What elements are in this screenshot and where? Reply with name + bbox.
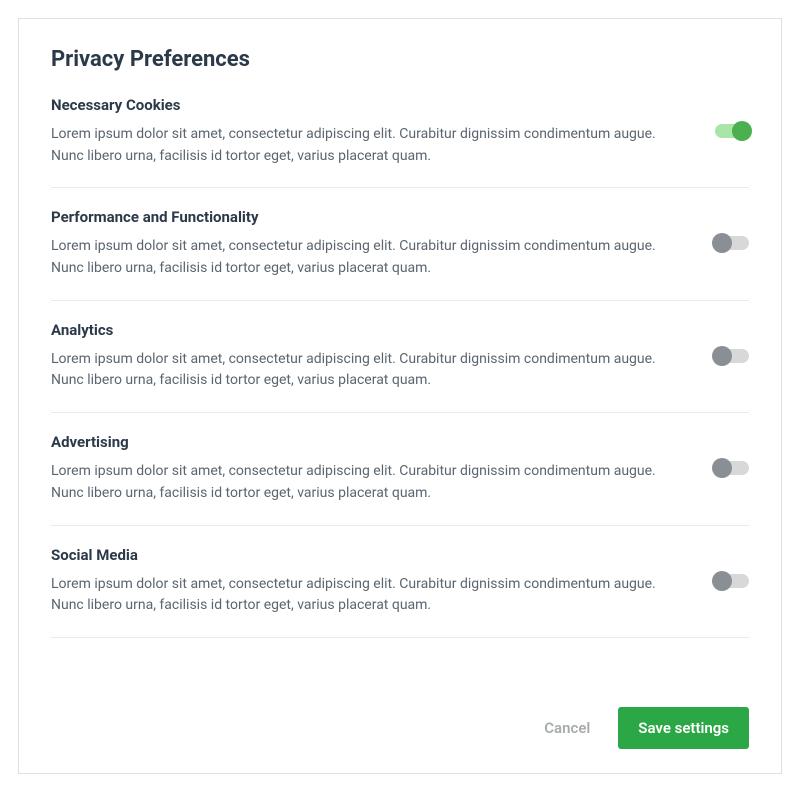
- toggle-thumb: [712, 571, 732, 591]
- category-text: Necessary Cookies Lorem ipsum dolor sit …: [51, 96, 715, 167]
- category-advertising: Advertising Lorem ipsum dolor sit amet, …: [51, 433, 749, 525]
- toggle-social-media[interactable]: [715, 574, 749, 588]
- category-necessary-cookies: Necessary Cookies Lorem ipsum dolor sit …: [51, 96, 749, 188]
- category-desc: Lorem ipsum dolor sit amet, consectetur …: [51, 124, 675, 167]
- category-text: Analytics Lorem ipsum dolor sit amet, co…: [51, 321, 715, 392]
- category-text: Performance and Functionality Lorem ipsu…: [51, 208, 715, 279]
- category-desc: Lorem ipsum dolor sit amet, consectetur …: [51, 349, 675, 392]
- toggle-advertising[interactable]: [715, 461, 749, 475]
- category-social-media: Social Media Lorem ipsum dolor sit amet,…: [51, 546, 749, 638]
- actions-row: Cancel Save settings: [51, 707, 749, 749]
- category-title: Social Media: [51, 546, 675, 564]
- category-performance: Performance and Functionality Lorem ipsu…: [51, 208, 749, 300]
- toggle-thumb: [712, 346, 732, 366]
- cancel-button[interactable]: Cancel: [524, 707, 610, 749]
- category-title: Analytics: [51, 321, 675, 339]
- page-title: Privacy Preferences: [51, 47, 749, 72]
- privacy-preferences-panel: Privacy Preferences Necessary Cookies Lo…: [18, 18, 782, 774]
- category-desc: Lorem ipsum dolor sit amet, consectetur …: [51, 461, 675, 504]
- category-title: Advertising: [51, 433, 675, 451]
- toggle-thumb: [732, 121, 752, 141]
- category-desc: Lorem ipsum dolor sit amet, consectetur …: [51, 574, 675, 617]
- categories-list: Necessary Cookies Lorem ipsum dolor sit …: [51, 96, 749, 699]
- category-title: Necessary Cookies: [51, 96, 675, 114]
- toggle-thumb: [712, 458, 732, 478]
- toggle-analytics[interactable]: [715, 349, 749, 363]
- toggle-thumb: [712, 233, 732, 253]
- category-desc: Lorem ipsum dolor sit amet, consectetur …: [51, 236, 675, 279]
- category-text: Advertising Lorem ipsum dolor sit amet, …: [51, 433, 715, 504]
- category-title: Performance and Functionality: [51, 208, 675, 226]
- save-settings-button[interactable]: Save settings: [618, 707, 749, 749]
- toggle-performance[interactable]: [715, 236, 749, 250]
- category-text: Social Media Lorem ipsum dolor sit amet,…: [51, 546, 715, 617]
- toggle-necessary-cookies[interactable]: [715, 124, 749, 138]
- category-analytics: Analytics Lorem ipsum dolor sit amet, co…: [51, 321, 749, 413]
